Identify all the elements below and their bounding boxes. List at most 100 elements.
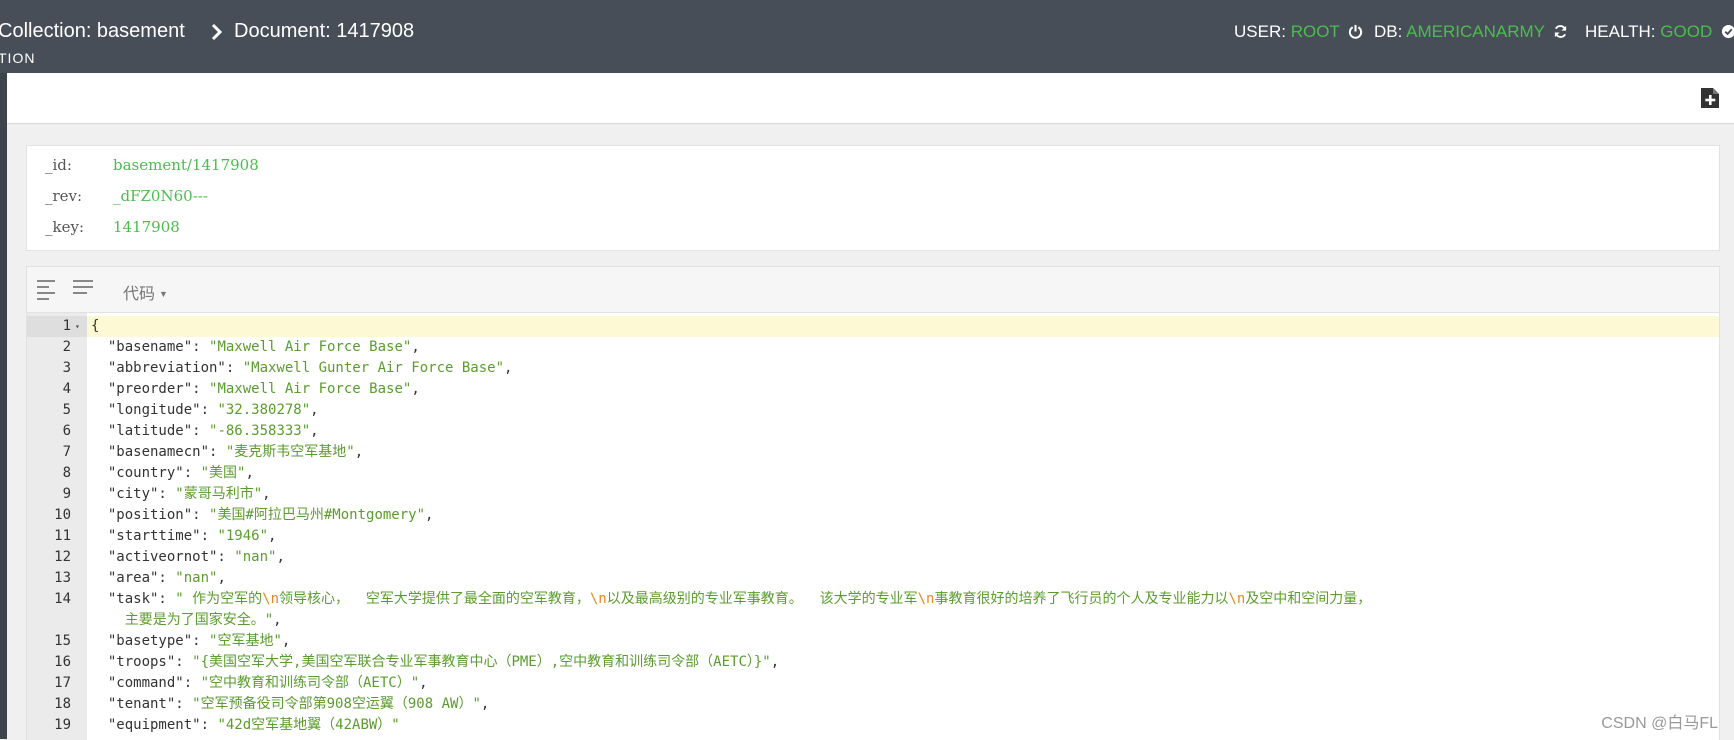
db-value[interactable]: AMERICANARMY	[1406, 22, 1545, 41]
line-number: 6	[62, 423, 71, 439]
line-number: 7	[62, 444, 71, 460]
code-text: "command": "空中教育和训练司令部（AETC）",	[91, 675, 428, 691]
code-text: "latitude": "-86.358333",	[91, 423, 319, 439]
code-text: "activeornot": "nan",	[91, 549, 285, 565]
line-number: 3	[62, 360, 71, 376]
document-toolbar	[7, 73, 1734, 124]
code-text: "troops": "{美国空军大学,美国空军联合专业军事教育中心（PME）,空…	[91, 654, 780, 670]
line-number	[27, 610, 87, 631]
key-value: 1417908	[113, 218, 180, 236]
top-navigation-bar: Collection: basement Document: 1417908 T…	[0, 0, 1734, 73]
line-number: 5	[62, 402, 71, 418]
code-text: "area": "nan",	[91, 570, 226, 586]
line-number: 14	[54, 591, 71, 607]
code-text: "preorder": "Maxwell Air Force Base",	[91, 381, 420, 397]
code-line[interactable]: 15 "basetype": "空军基地",	[27, 631, 1719, 652]
line-number: 2	[62, 339, 71, 355]
code-text: "basetype": "空军基地",	[91, 633, 291, 649]
code-line[interactable]: 17 "command": "空中教育和训练司令部（AETC）",	[27, 673, 1719, 694]
code-line[interactable]: 5 "longitude": "32.380278",	[27, 400, 1719, 421]
code-area[interactable]: 1 ▾{2 "basename": "Maxwell Air Force Base…	[27, 313, 1719, 740]
code-line[interactable]: 3 "abbreviation": "Maxwell Gunter Air Fo…	[27, 358, 1719, 379]
code-text: "basename": "Maxwell Air Force Base",	[91, 339, 420, 355]
breadcrumb-collection-label[interactable]: Collection: basement	[0, 20, 185, 42]
code-text: "basenamecn": "麦克斯韦空军基地",	[91, 444, 364, 460]
code-line[interactable]: 13 "area": "nan",	[27, 568, 1719, 589]
code-line[interactable]: 1 ▾{	[27, 316, 1719, 337]
code-text: 主要是为了国家安全。",	[91, 612, 282, 628]
line-number: 19	[54, 717, 71, 733]
user-label: USER:	[1234, 22, 1286, 41]
user-value: ROOT	[1290, 22, 1340, 41]
line-number: 15	[54, 633, 71, 649]
line-number: 13	[54, 570, 71, 586]
power-icon[interactable]	[1348, 24, 1363, 39]
code-line[interactable]: 9 "city": "蒙哥马利市",	[27, 484, 1719, 505]
health-label: HEALTH:	[1585, 22, 1656, 41]
json-editor-panel: 代码 ▼ 1 ▾{2 "basename": "Maxwell Air Force …	[26, 266, 1720, 740]
code-text: "starttime": "1946",	[91, 528, 277, 544]
code-text: "longitude": "32.380278",	[91, 402, 319, 418]
document-info-panel: _id: basement/1417908 _rev: _dFZ0N60--- _k…	[26, 145, 1720, 251]
line-number: 10	[54, 507, 71, 523]
rev-key: _rev:	[45, 187, 83, 205]
line-number: 17	[54, 675, 71, 691]
info-row-key: _key: 1417908	[45, 218, 180, 240]
line-number: 9	[62, 486, 71, 502]
id-key: _id:	[45, 156, 72, 174]
code-line[interactable]: 7 "basenamecn": "麦克斯韦空军基地",	[27, 442, 1719, 463]
id-value: basement/1417908	[113, 156, 259, 174]
code-line[interactable]: 主要是为了国家安全。",	[27, 610, 1719, 631]
chevron-right-icon	[211, 23, 223, 41]
breadcrumb-collection[interactable]: Collection: basement	[0, 20, 185, 43]
align-full-icon[interactable]	[73, 280, 95, 300]
fold-arrow-icon[interactable]: ▾	[75, 316, 80, 337]
line-number: 4	[62, 381, 71, 397]
user-status: USER: ROOT	[1234, 22, 1363, 42]
code-text: "equipment": "42d空军基地翼（42ABW）"	[91, 717, 400, 733]
line-number: 16	[54, 654, 71, 670]
editor-mode-label[interactable]: 代码	[123, 286, 155, 303]
line-number: 18	[54, 696, 71, 712]
code-line[interactable]: 4 "preorder": "Maxwell Air Force Base",	[27, 379, 1719, 400]
code-line[interactable]: 18 "tenant": "空军预备役司令部第908空运翼（908 AW）",	[27, 694, 1719, 715]
breadcrumb-document: Document: 1417908	[234, 20, 415, 42]
line-number: 11	[54, 528, 71, 544]
code-line[interactable]: 11 "starttime": "1946",	[27, 526, 1719, 547]
code-line[interactable]: 6 "latitude": "-86.358333",	[27, 421, 1719, 442]
code-text: "tenant": "空军预备役司令部第908空运翼（908 AW）",	[91, 696, 490, 712]
key-key: _key:	[45, 218, 84, 236]
code-line[interactable]: 12 "activeornot": "nan",	[27, 547, 1719, 568]
health-value: GOOD	[1660, 22, 1713, 41]
align-left-icon[interactable]	[37, 280, 59, 300]
code-line[interactable]: 8 "country": "美国",	[27, 463, 1719, 484]
editor-toolbar: 代码 ▼	[27, 267, 1719, 313]
line-number: 12	[54, 549, 71, 565]
left-sidebar-strip	[0, 73, 7, 739]
code-line[interactable]: 2 "basename": "Maxwell Air Force Base",	[27, 337, 1719, 358]
code-line[interactable]: 14 "task": " 作为空军的\n领导核心， 空军大学提供了最全面的空军教…	[27, 589, 1719, 610]
db-label: DB:	[1374, 22, 1403, 41]
code-text: "city": "蒙哥马利市",	[91, 486, 271, 502]
caret-down-icon: ▼	[159, 289, 168, 299]
code-text: "position": "美国#阿拉巴马州#Montgomery",	[91, 507, 434, 523]
code-line[interactable]: 19 "equipment": "42d空军基地翼（42ABW）"	[27, 715, 1719, 736]
code-text: "abbreviation": "Maxwell Gunter Air Forc…	[91, 360, 513, 376]
code-line[interactable]: 16 "troops": "{美国空军大学,美国空军联合专业军事教育中心（PME…	[27, 652, 1719, 673]
info-row-rev: _rev: _dFZ0N60---	[45, 187, 208, 209]
line-number: 8	[62, 465, 71, 481]
info-row-id: _id: basement/1417908	[45, 156, 259, 178]
watermark: CSDN @白马FL	[1601, 715, 1718, 732]
sub-title-label: TION	[0, 50, 36, 66]
code-text: {	[91, 318, 100, 334]
db-status: DB: AMERICANARMY	[1374, 22, 1568, 42]
code-text: "task": " 作为空军的\n领导核心， 空军大学提供了最全面的空军教育，\…	[91, 591, 1372, 607]
code-line[interactable]: 10 "position": "美国#阿拉巴马州#Montgomery",	[27, 505, 1719, 526]
rev-value: _dFZ0N60---	[113, 187, 208, 205]
add-document-icon[interactable]	[1700, 87, 1720, 109]
check-circle-icon	[1721, 24, 1734, 39]
refresh-icon[interactable]	[1553, 24, 1568, 39]
code-text: "country": "美国",	[91, 465, 254, 481]
health-status: HEALTH: GOOD	[1585, 22, 1734, 42]
editor-mode-select[interactable]: 代码 ▼	[123, 280, 168, 304]
